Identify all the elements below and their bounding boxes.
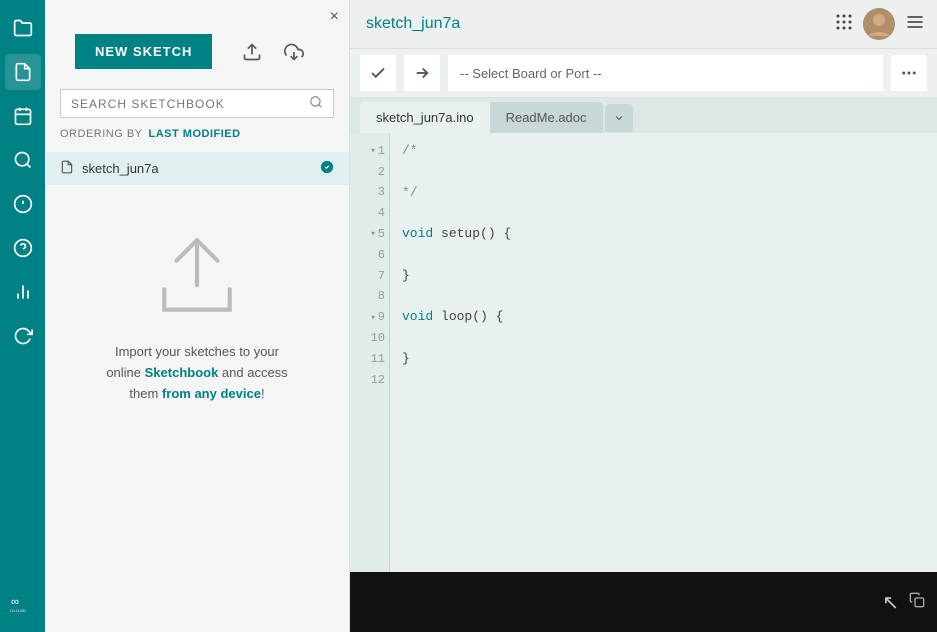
line-number-10: 10 — [354, 328, 385, 349]
tab-readme-label: ReadMe.adoc — [506, 110, 587, 125]
upload-highlight-1: Sketchbook — [145, 365, 219, 380]
header-icons — [835, 8, 925, 40]
line-number-7: 7 — [354, 266, 385, 287]
sidebar-icon-boards[interactable] — [5, 318, 41, 354]
sketch-item-name: sketch_jun7a — [82, 161, 312, 176]
line-number-1: ▾1 — [354, 141, 385, 162]
svg-text:CLOUD: CLOUD — [10, 608, 26, 613]
cursor-icon: ↖ — [882, 590, 899, 615]
code-line-3: */ — [402, 183, 925, 204]
ordering-label: ORDERING BY — [60, 128, 143, 140]
ordering-bar: ORDERING BY LAST MODIFIED — [45, 118, 349, 150]
code-line-7: } — [402, 266, 925, 287]
sidebar-bottom: ∞ CLOUD — [5, 582, 41, 622]
code-line-2 — [402, 162, 925, 183]
tab-sketch[interactable]: sketch_jun7a.ino — [360, 102, 490, 133]
code-line-10 — [402, 328, 925, 349]
line-number-3: 3 — [354, 183, 385, 204]
board-select-container[interactable]: -- Select Board or Port -- — [448, 55, 883, 91]
verify-button[interactable] — [360, 55, 396, 91]
close-button[interactable]: × — [330, 8, 339, 26]
panel-header: × — [45, 0, 349, 34]
tabs-bar: sketch_jun7a.ino ReadMe.adoc — [350, 98, 937, 133]
code-editor: ▾1 2 3 4 ▾5 6 7 8 ▾9 10 11 12 /* */ void… — [350, 133, 937, 572]
tab-dropdown-button[interactable] — [605, 104, 633, 132]
sketch-file-icon — [60, 160, 74, 177]
copy-icon[interactable] — [909, 592, 925, 613]
new-sketch-button[interactable]: NEW SKETCH — [75, 34, 212, 69]
sidebar-icon-sketchbook[interactable] — [5, 54, 41, 90]
grid-icon[interactable] — [835, 13, 853, 36]
code-line-11: } — [402, 349, 925, 370]
line-number-4: 4 — [354, 203, 385, 224]
upload-text: Import your sketches to your online Sket… — [106, 342, 287, 404]
line-number-5: ▾5 — [354, 224, 385, 245]
code-line-9: void loop() { — [402, 307, 925, 328]
ordering-value[interactable]: LAST MODIFIED — [149, 128, 241, 140]
search-input[interactable] — [71, 97, 301, 111]
app-title: sketch_jun7a — [362, 15, 827, 33]
more-options-button[interactable] — [891, 55, 927, 91]
editor-header: sketch_jun7a — [350, 0, 937, 49]
upload-button[interactable] — [404, 55, 440, 91]
svg-text:∞: ∞ — [11, 596, 19, 608]
open-sketch-button[interactable] — [235, 35, 269, 69]
search-icon — [309, 95, 323, 112]
menu-icon[interactable] — [905, 12, 925, 37]
line-number-9: ▾9 — [354, 307, 385, 328]
sidebar-icon-plotter[interactable] — [5, 274, 41, 310]
sketchbook-panel: × NEW SKETCH ORDERING BY LAST MODIFIED — [45, 0, 350, 632]
line-number-6: 6 — [354, 245, 385, 266]
upload-highlight-2: from any device — [162, 386, 261, 401]
tab-sketch-label: sketch_jun7a.ino — [376, 110, 474, 125]
code-line-6 — [402, 245, 925, 266]
code-line-4 — [402, 203, 925, 224]
arduino-logo: ∞ CLOUD — [5, 582, 41, 618]
sketch-item-badge — [320, 160, 334, 177]
editor-area: sketch_jun7a — [350, 0, 937, 632]
code-line-12 — [402, 370, 925, 391]
line-number-12: 12 — [354, 370, 385, 391]
code-line-8 — [402, 287, 925, 308]
code-line-5: void setup() { — [402, 224, 925, 245]
sketch-list-item[interactable]: sketch_jun7a — [45, 152, 349, 185]
line-number-2: 2 — [354, 162, 385, 183]
line-number-8: 8 — [354, 287, 385, 308]
sidebar-icon-search[interactable] — [5, 142, 41, 178]
sidebar-icon-examples[interactable] — [5, 98, 41, 134]
sidebar-icon-help[interactable] — [5, 230, 41, 266]
line-number-11: 11 — [354, 349, 385, 370]
search-box — [60, 89, 334, 118]
upload-area: Import your sketches to your online Sket… — [45, 207, 349, 424]
code-line-1: /* — [402, 141, 925, 162]
export-sketch-button[interactable] — [277, 35, 311, 69]
user-avatar[interactable] — [863, 8, 895, 40]
board-select-text: -- Select Board or Port -- — [448, 66, 883, 81]
sidebar-icon-folder[interactable] — [5, 10, 41, 46]
line-numbers: ▾1 2 3 4 ▾5 6 7 8 ▾9 10 11 12 — [350, 133, 390, 572]
code-content[interactable]: /* */ void setup() { } void loop() { } — [390, 133, 937, 572]
sidebar-icon-debug[interactable] — [5, 186, 41, 222]
tab-readme[interactable]: ReadMe.adoc — [490, 102, 603, 133]
toolbar: -- Select Board or Port -- — [350, 49, 937, 98]
sidebar: ∞ CLOUD — [0, 0, 45, 632]
upload-icon — [137, 227, 257, 327]
bottom-bar: ↖ — [350, 572, 937, 632]
